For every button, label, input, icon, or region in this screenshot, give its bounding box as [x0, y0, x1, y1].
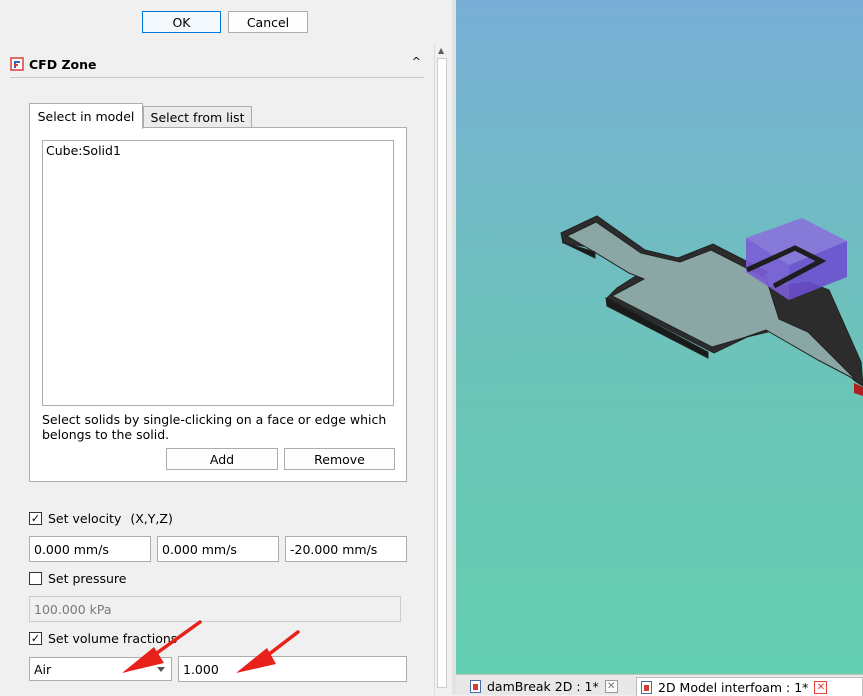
close-icon[interactable]: ✕ [604, 680, 618, 693]
scroll-up-icon[interactable]: ▲ [438, 46, 444, 55]
document-tab-bar: damBreak 2D : 1* ✕ 2D Model interfoam : … [456, 674, 863, 696]
doc-tab-dambreak[interactable]: damBreak 2D : 1* ✕ [466, 677, 626, 696]
3d-viewport[interactable] [456, 0, 863, 674]
panel-scrollbar[interactable]: ▲ [434, 44, 449, 695]
document-icon [641, 680, 652, 694]
model-geometry [560, 215, 863, 396]
doc-tab-2d-model-interfoam[interactable]: 2D Model interfoam : 1* ✕ [636, 677, 863, 696]
annotation-arrow-icon [236, 630, 300, 673]
tab-select-in-model[interactable]: Select in model [29, 103, 143, 129]
close-icon[interactable]: ✕ [814, 680, 828, 694]
task-panel: OK Cancel CFD Zone ^ Select in model Sel… [0, 0, 452, 695]
doc-tab-label: 2D Model interfoam : 1* [658, 679, 809, 695]
annotation-arrow-icon [122, 620, 202, 673]
scrollbar-thumb[interactable] [437, 58, 447, 688]
document-icon [470, 680, 481, 693]
doc-tab-label: damBreak 2D : 1* [487, 679, 599, 694]
